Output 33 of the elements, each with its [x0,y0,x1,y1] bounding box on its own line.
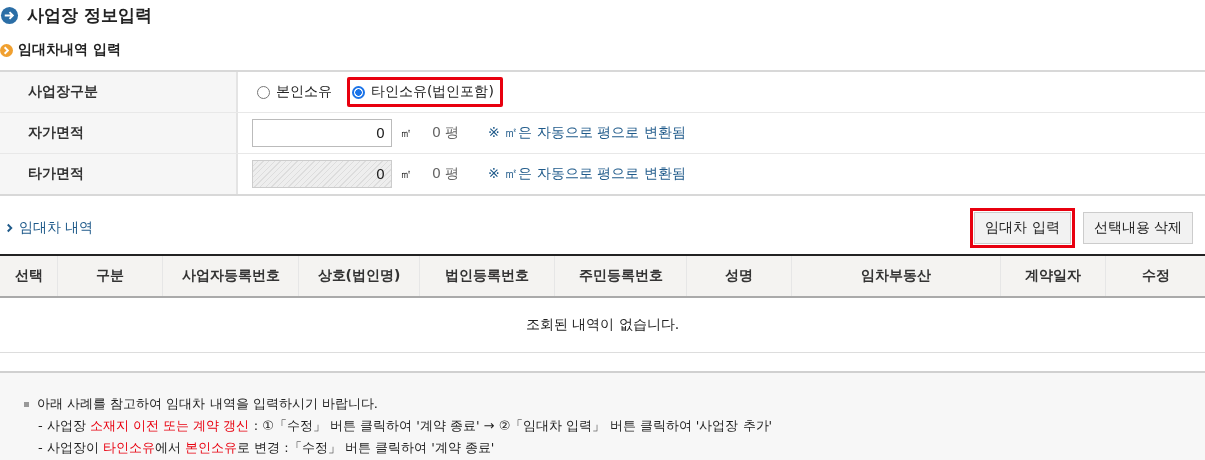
radio-option[interactable]: 본인소유 [252,77,341,107]
pyeong-value: 0 평 [432,124,461,142]
column-header: 법인등록번호 [420,256,555,296]
column-header: 상호(법인명) [299,256,420,296]
bullet-icon [24,401,29,407]
unit-label: ㎡ [400,124,413,142]
section-title: 임대차내역 입력 [18,41,121,59]
column-header: 구분 [58,256,163,296]
empty-message: 조회된 내역이 없습니다. [525,316,680,334]
column-header: 수정 [1140,266,1171,285]
column-header: 계약일자 [1001,256,1106,296]
form-label: 자가면적 [0,113,238,153]
area-input[interactable]: 0 [252,119,392,147]
notice-text: 아래 사례를 참고하여 임대차 내역을 입력하시기 바랍니다. [37,395,378,413]
form-label: 타가면적 [0,154,238,194]
notice-text: - 사업장 소재지 이전 또는 계약 갱신 : ①「수정」 버튼 클릭하여 '계약 종료' → ②「임대차 입력」 버튼 클릭하여 '사업장 추가' [38,417,773,435]
page-title: 사업장 정보입력 [27,3,152,27]
radio-option[interactable]: 타인소유(법인포함) [347,77,503,107]
pyeong-value: 0 평 [432,165,461,183]
column-header: 성명 [687,256,792,296]
conversion-note: ※ ㎡은 자동으로 평으로 변환됨 [488,165,686,183]
action-button[interactable]: 임대차 입력 [974,212,1071,244]
form-label: 사업장구분 [0,72,238,112]
notice-text: - 사업장이 타인소유에서 본인소유로 변경 :「수정」 버튼 클릭하여 '계약 종료' [38,439,495,457]
conversion-note: ※ ㎡은 자동으로 평으로 변환됨 [488,124,686,142]
column-header: 임차부동산 [792,256,1001,296]
column-header: 주민등록번호 [555,256,687,296]
unit-label: ㎡ [400,165,413,183]
chevron-icon [6,223,13,233]
action-button[interactable]: 선택내용 삭제 [1082,212,1193,244]
column-header: 사업자등록번호 [163,256,299,296]
section-title: 임대차 내역 [19,219,94,237]
column-header: 선택 [0,256,58,296]
